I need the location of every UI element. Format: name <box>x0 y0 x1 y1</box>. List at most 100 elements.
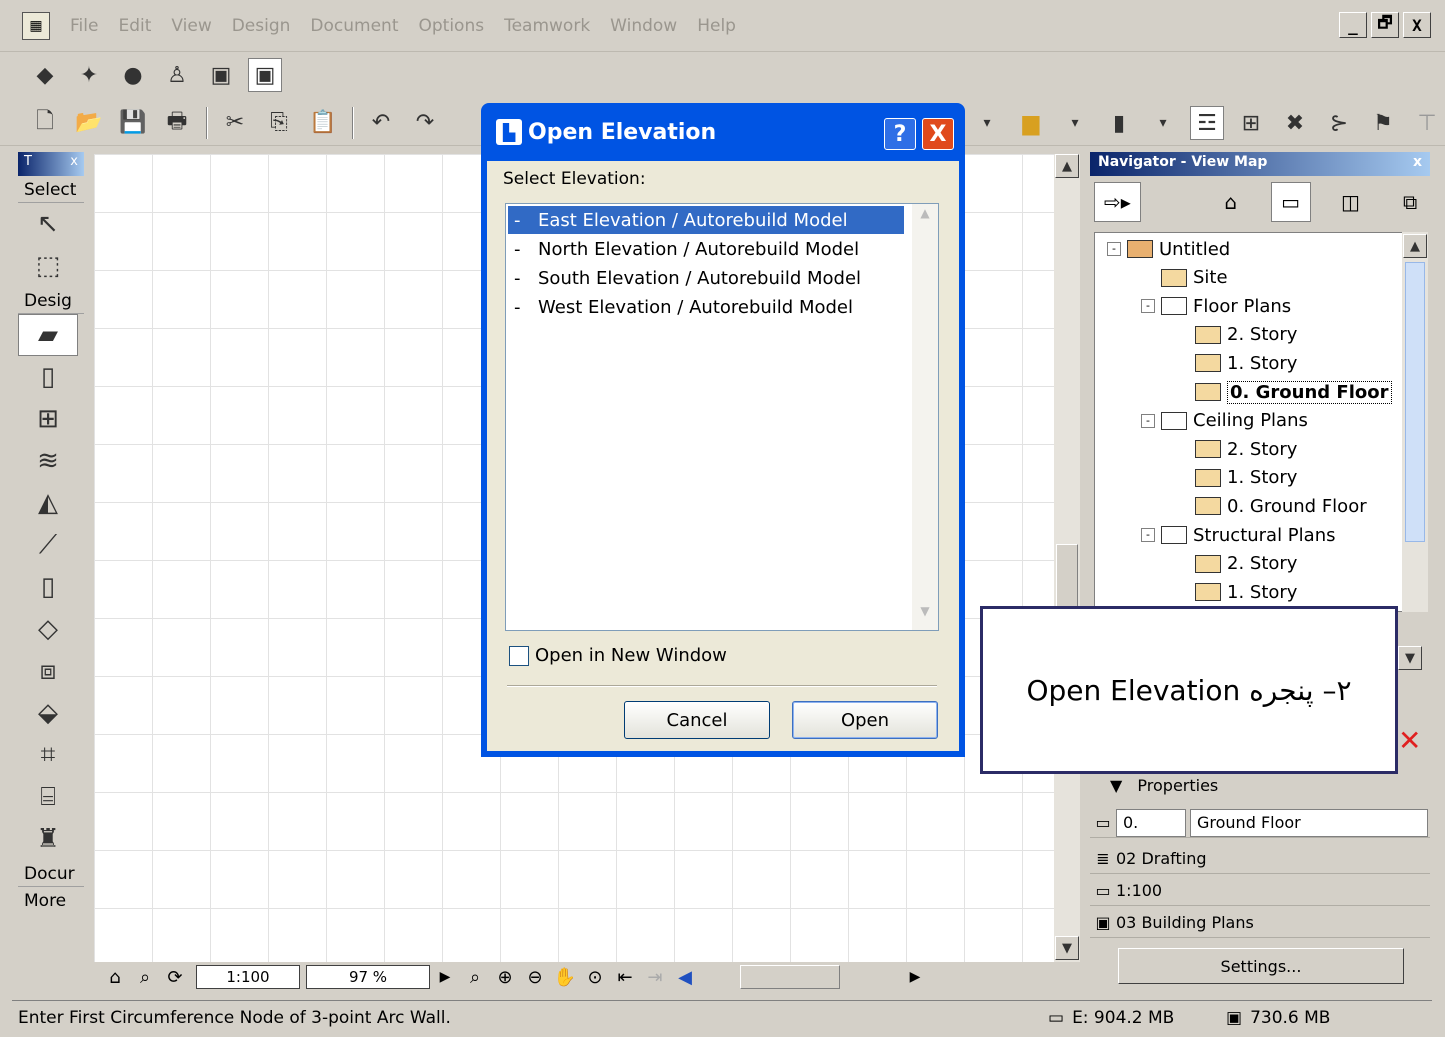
save-icon[interactable]: 💾 <box>116 106 150 140</box>
select-section-label[interactable]: Select <box>18 176 84 203</box>
tree-item[interactable]: 2. Story <box>1175 550 1297 578</box>
door-tool-icon[interactable]: ▯ <box>18 356 78 398</box>
menu-file[interactable]: File <box>70 16 98 36</box>
zone-tool-icon[interactable]: ⬙ <box>18 692 78 734</box>
dialog-title-bar[interactable]: ▙ Open Elevation ? X <box>484 106 962 158</box>
fly-icon[interactable]: ⊱ <box>1322 106 1356 140</box>
zoom-plus-minus-icon[interactable]: ⌕ <box>460 964 490 990</box>
menu-view[interactable]: View <box>171 16 211 36</box>
walk-icon[interactable]: ♙ <box>160 58 194 92</box>
previous-zoom-icon[interactable]: ⇤ <box>610 964 640 990</box>
tree-item[interactable]: 1. Story <box>1175 349 1297 377</box>
navigator-title-bar[interactable]: Navigator - View Map x <box>1090 152 1430 176</box>
cancel-button[interactable]: Cancel <box>624 701 770 739</box>
zoom-in-icon[interactable]: ⊕ <box>490 964 520 990</box>
red-close-icon[interactable]: ✕ <box>1398 724 1426 757</box>
cross-icon[interactable]: ✖ <box>1278 106 1312 140</box>
box-icon[interactable]: ▣ <box>204 58 238 92</box>
curtain-wall-tool-icon[interactable]: ⌗ <box>18 734 78 776</box>
open-button[interactable]: Open <box>792 701 938 739</box>
slab-tool-icon[interactable]: ◇ <box>18 608 78 650</box>
toolbox-title-bar[interactable]: T x <box>18 152 84 176</box>
elevation-list-item[interactable]: - East Elevation / Autorebuild Model <box>508 206 904 234</box>
camera-icon[interactable]: ✦ <box>72 58 106 92</box>
scale-field[interactable]: 1:100 <box>196 965 300 989</box>
redo-icon[interactable]: ↷ <box>408 106 442 140</box>
tree-item[interactable]: Site <box>1141 264 1228 292</box>
scroll-left-icon[interactable]: ◀ <box>670 964 700 990</box>
marquee-tool-icon[interactable]: ⬚ <box>18 245 78 287</box>
tree-item[interactable]: 0. Ground Floor <box>1175 492 1367 520</box>
menu-options[interactable]: Options <box>419 16 485 36</box>
tree-item[interactable]: - Structural Plans <box>1141 521 1335 549</box>
list-scroll-up-icon[interactable]: ▲ <box>914 206 936 228</box>
grid-icon[interactable]: ⊞ <box>1234 106 1268 140</box>
render-icon[interactable]: ● <box>116 58 150 92</box>
dropdown-arrow-icon[interactable]: ▾ <box>1146 106 1180 140</box>
tree-scroll-thumb[interactable] <box>1405 262 1425 542</box>
navigator-preview-icon[interactable]: ⌂ <box>100 964 130 990</box>
layer-icon[interactable]: ▆ <box>1014 106 1048 140</box>
zoom-out-icon[interactable]: ⊖ <box>520 964 550 990</box>
layout-book-tab-icon[interactable]: ◫ <box>1331 182 1371 222</box>
elevation-list-item[interactable]: - West Elevation / Autorebuild Model <box>508 293 904 321</box>
morph-tool-icon[interactable]: ⌸ <box>18 776 78 818</box>
restore-button[interactable]: 🗗 <box>1371 12 1399 38</box>
view-map-tab-icon[interactable]: ▭ <box>1270 182 1311 222</box>
project-map-tab-icon[interactable]: ⌂ <box>1211 182 1251 222</box>
toolbox-close-icon[interactable]: x <box>70 154 78 174</box>
tree-item[interactable]: 1. Story <box>1175 578 1297 606</box>
paste-icon[interactable]: 📋 <box>306 106 340 140</box>
undo-icon[interactable]: ↶ <box>364 106 398 140</box>
view-map-tree[interactable]: - Untitled Site - Floor Plans 2. Story 1. Stor… <box>1094 232 1404 612</box>
layer-row[interactable]: ≣ 02 Drafting <box>1090 844 1430 874</box>
tree-item[interactable]: 1. Story <box>1175 464 1297 492</box>
tree-scroll-down-icon[interactable]: ▼ <box>1398 646 1422 670</box>
3d-window-icon[interactable]: ◆ <box>28 58 62 92</box>
stair-tool-icon[interactable]: ≋ <box>18 440 78 482</box>
tree-item[interactable]: 0. Ground Floor <box>1175 378 1392 406</box>
mesh-tool-icon[interactable]: ⧈ <box>18 650 78 692</box>
open-in-new-window-checkbox[interactable] <box>509 645 529 666</box>
fit-in-window-icon[interactable]: ⊙ <box>580 964 610 990</box>
elevation-list-scrollbar[interactable]: ▲ ▼ <box>912 204 938 630</box>
dropdown-arrow-icon[interactable]: ▾ <box>1058 106 1092 140</box>
open-in-new-window-option[interactable]: Open in New Window <box>509 645 727 666</box>
trace-icon[interactable]: ☲ <box>1190 106 1224 140</box>
zoom-field[interactable]: 97 % <box>306 965 430 989</box>
close-window-button[interactable]: X <box>1403 12 1431 38</box>
minimize-button[interactable]: _ <box>1339 12 1367 38</box>
horizontal-scroll-thumb[interactable] <box>740 965 840 989</box>
tree-item[interactable]: - Ceiling Plans <box>1141 407 1308 435</box>
copy-icon[interactable]: ⎘ <box>262 106 296 140</box>
menu-document[interactable]: Document <box>310 16 398 36</box>
settings-button[interactable]: Settings... <box>1118 948 1404 984</box>
properties-header[interactable]: ▼ Properties <box>1110 776 1218 795</box>
menu-window[interactable]: Window <box>610 16 677 36</box>
menu-teamwork[interactable]: Teamwork <box>504 16 590 36</box>
column-tool-icon[interactable]: ▯ <box>18 566 78 608</box>
beam-tool-icon[interactable]: ⟋ <box>18 524 78 566</box>
scroll-up-icon[interactable]: ▲ <box>1055 154 1079 178</box>
canvas-vertical-scrollbar[interactable]: ▲ ▼ <box>1054 154 1080 962</box>
project-map-popup-icon[interactable]: ⇨▸ <box>1094 182 1141 222</box>
roof-tool-icon[interactable]: ◭ <box>18 482 78 524</box>
pen-set-row[interactable]: ▣ 03 Building Plans <box>1090 908 1430 938</box>
publisher-tab-icon[interactable]: ⧉ <box>1390 182 1430 222</box>
collapse-toggle-icon[interactable]: - <box>1107 242 1121 256</box>
tree-item[interactable]: - Floor Plans <box>1141 292 1291 320</box>
elevation-list[interactable]: - West Elevation / Autorebuild Model - Sout… <box>505 203 939 631</box>
tree-item[interactable]: 2. Story <box>1175 321 1297 349</box>
navigator-close-icon[interactable]: x <box>1413 154 1422 174</box>
app-icon[interactable]: ▦ <box>22 11 50 40</box>
object-tool-icon[interactable]: ♜ <box>18 818 78 860</box>
tree-scrollbar[interactable]: ▲ <box>1402 232 1428 612</box>
tree-item[interactable]: - Untitled <box>1107 235 1230 263</box>
scale-row[interactable]: ▭ 1:100 <box>1090 876 1430 906</box>
more-section-label[interactable]: More <box>18 887 84 913</box>
help-button[interactable]: ? <box>884 118 916 150</box>
menu-design[interactable]: Design <box>232 16 291 36</box>
arrow-tool-icon[interactable]: ↖ <box>18 203 78 245</box>
scroll-right-icon[interactable]: ▶ <box>900 964 930 990</box>
open-file-icon[interactable]: 📂 <box>72 106 106 140</box>
